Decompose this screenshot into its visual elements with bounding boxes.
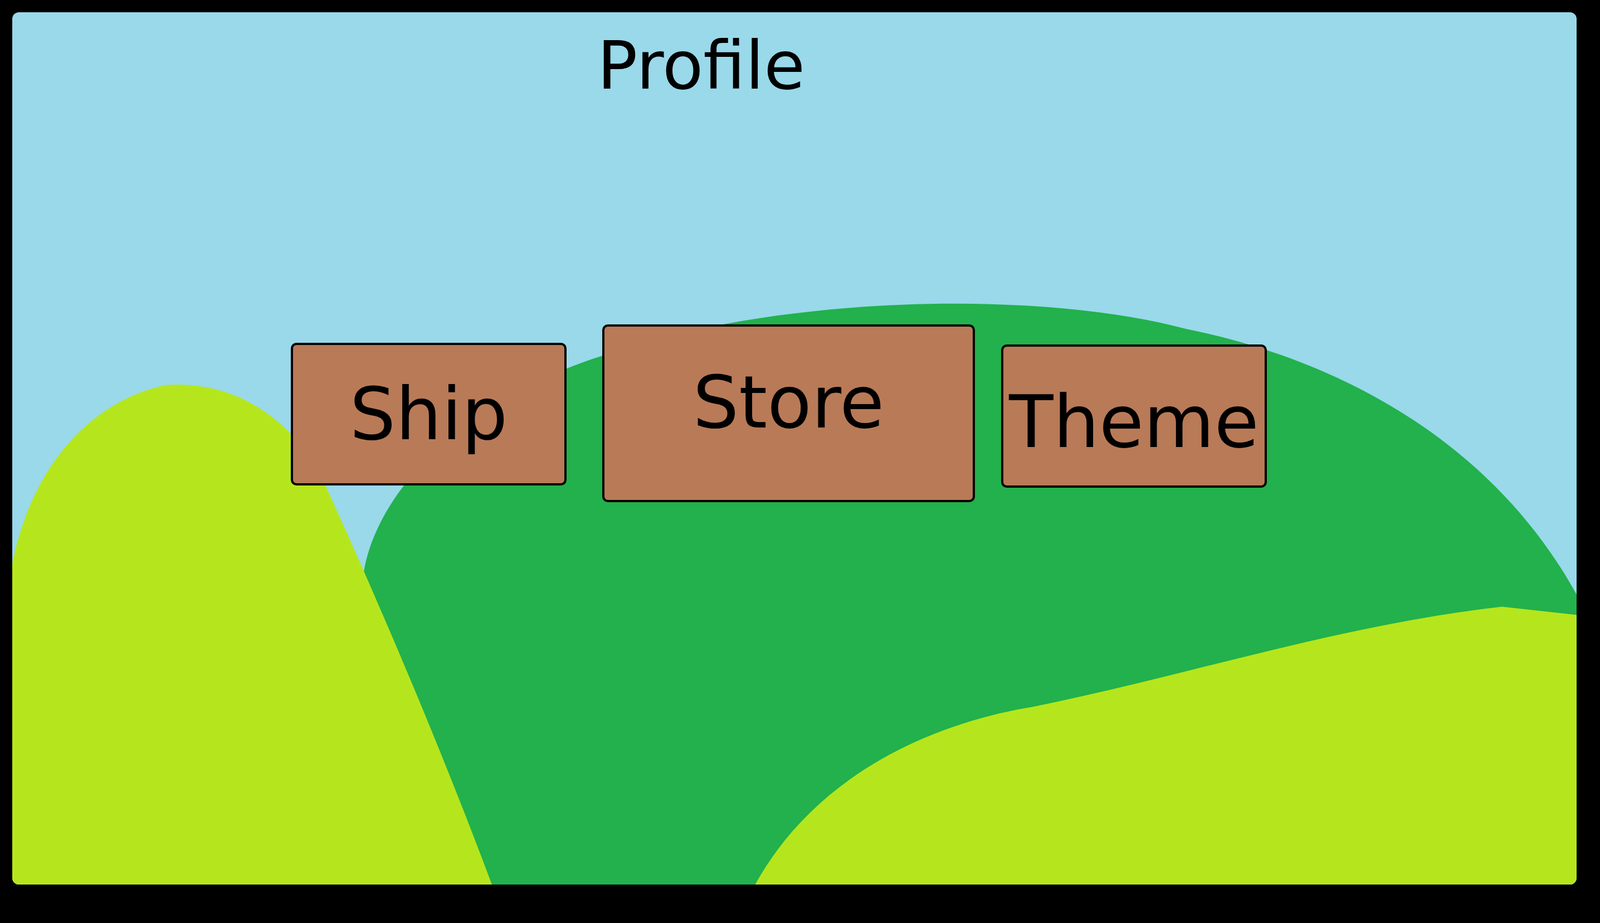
game-screen: Profile ShipStoreTheme [0, 0, 1600, 923]
profile-panel: Profile ShipStoreTheme [12, 12, 1577, 885]
menu-button[interactable]: Store [602, 324, 975, 502]
menu-button-row: ShipStoreTheme [290, 324, 1577, 502]
profile-title: Profile [597, 32, 1577, 100]
menu-button[interactable]: Ship [290, 342, 567, 486]
right-light-hill [754, 606, 1577, 885]
menu-button[interactable]: Theme [1001, 344, 1267, 488]
